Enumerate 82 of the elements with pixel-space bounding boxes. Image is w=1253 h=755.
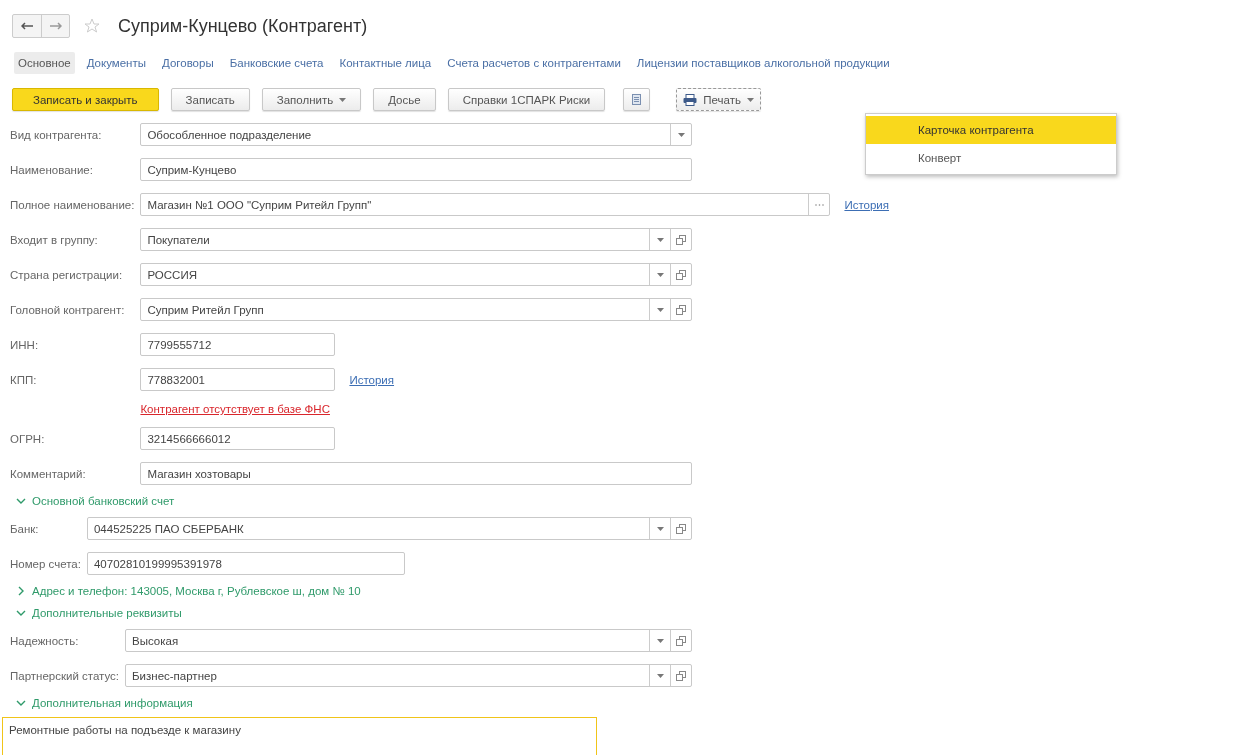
right-arrow-icon — [49, 22, 62, 30]
menu-item[interactable]: Карточка контрагента — [866, 116, 1116, 144]
section-title: Основной банковский счет — [32, 495, 175, 507]
input-field[interactable]: Суприм Ритейл Групп — [140, 298, 692, 321]
field-label: Страна регистрации: — [10, 268, 124, 281]
field-label: ИНН: — [10, 338, 40, 351]
tab[interactable]: Счета расчетов с контрагентами — [443, 52, 625, 74]
caret-icon — [746, 97, 754, 102]
caret-icon — [656, 526, 664, 531]
menu-item[interactable]: Конверт — [866, 144, 1116, 172]
input-field[interactable]: 40702810199995391978 — [86, 552, 405, 575]
field-label: Надежность: — [10, 634, 80, 647]
list-button[interactable] — [623, 88, 651, 111]
input-field[interactable]: 044525225 ПАО СБЕРБАНК — [86, 517, 692, 540]
section-header[interactable]: Адрес и телефон: 143005, Москва г, Рублевское ш, дом № 10 — [10, 585, 1253, 597]
field-label: Банк: — [10, 522, 40, 535]
section-header[interactable]: Дополнительные реквизиты — [10, 607, 1253, 619]
caret-icon — [339, 97, 347, 102]
field-label: Полное наименование: — [10, 198, 135, 211]
toolbar-button[interactable]: Записать — [170, 88, 250, 111]
save-close-button[interactable]: Записать и закрыть — [12, 88, 159, 111]
caret-icon — [656, 237, 664, 242]
input-field[interactable]: Суприм-Кунцево — [140, 158, 692, 181]
list-icon — [632, 94, 642, 105]
star-icon[interactable] — [84, 18, 100, 34]
input-field[interactable]: Магазин хозтовары — [140, 462, 692, 485]
printer-icon — [683, 93, 698, 106]
section-header[interactable]: Основной банковский счет — [10, 495, 1253, 507]
history-link[interactable]: История — [349, 373, 395, 386]
field-label: Номер счета: — [10, 557, 81, 570]
window-title: Суприм-Кунцево (Контрагент) — [118, 15, 368, 37]
tab[interactable]: Договоры — [158, 52, 218, 74]
tab[interactable]: Основное — [14, 52, 75, 74]
field-label: Входит в группу: — [10, 233, 99, 246]
input-field[interactable]: Покупатели — [140, 228, 692, 251]
caret-icon — [656, 307, 664, 312]
section-title: Дополнительные реквизиты — [32, 607, 182, 619]
fill-menu-button[interactable]: Заполнить — [261, 88, 362, 111]
open-icon — [676, 670, 686, 681]
field-label: Партнерский статус: — [10, 669, 120, 682]
print-button[interactable]: Печать — [676, 88, 761, 111]
chevron-down-icon — [16, 698, 26, 708]
chevron-right-icon — [16, 586, 26, 596]
caret-icon — [656, 638, 664, 643]
field-label: Наименование: — [10, 163, 94, 176]
input-field[interactable]: 778832001 — [140, 368, 336, 391]
field-label: ОГРН: — [10, 432, 46, 445]
input-field[interactable]: Высокая — [125, 629, 692, 652]
toolbar-button[interactable]: Справки 1СПАРК Риски — [447, 88, 606, 111]
input-field[interactable]: РОССИЯ — [140, 263, 692, 286]
section-header[interactable]: Дополнительная информация — [10, 697, 1253, 709]
field-label: Комментарий: — [10, 467, 87, 480]
section-title: Адрес и телефон: 143005, Москва г, Рублевское ш, дом № 10 — [32, 585, 361, 597]
left-arrow-icon — [21, 22, 33, 30]
toolbar-button[interactable]: Досье — [373, 88, 436, 111]
field-label: Вид контрагента: — [10, 128, 103, 141]
warning-link[interactable]: Контрагент отсутствует в базе ФНС — [140, 403, 692, 415]
tab[interactable]: Банковские счета — [225, 52, 328, 74]
tab[interactable]: Лицензии поставщиков алкогольной продукции — [632, 52, 894, 74]
tab[interactable]: Контактные лица — [335, 52, 436, 74]
open-icon — [676, 234, 686, 245]
input-field[interactable]: Магазин №1 ООО "Суприм Ритейл Групп" — [140, 193, 831, 216]
field-label: КПП: — [10, 373, 38, 386]
input-field[interactable]: Бизнес-партнер — [125, 664, 692, 687]
tab[interactable]: Документы — [82, 52, 150, 74]
input-field[interactable]: Обособленное подразделение — [140, 123, 692, 146]
caret-icon — [656, 673, 664, 678]
open-icon — [676, 269, 686, 280]
caret-icon — [656, 272, 664, 277]
field-label: Головной контрагент: — [10, 303, 126, 316]
note-field[interactable]: Ремонтные работы на подъезде к магазину — [2, 717, 597, 755]
section-title: Дополнительная информация — [32, 697, 193, 709]
chevron-down-icon — [16, 608, 26, 618]
caret-icon — [677, 132, 685, 137]
open-icon — [676, 523, 686, 534]
input-field[interactable]: 7799555712 — [140, 333, 336, 356]
chevron-down-icon — [16, 496, 26, 506]
input-field[interactable]: 3214566666012 — [140, 427, 336, 450]
history-link[interactable]: История — [844, 198, 890, 211]
open-icon — [676, 635, 686, 646]
open-icon — [676, 304, 686, 315]
ellipsis-icon — [814, 203, 824, 206]
